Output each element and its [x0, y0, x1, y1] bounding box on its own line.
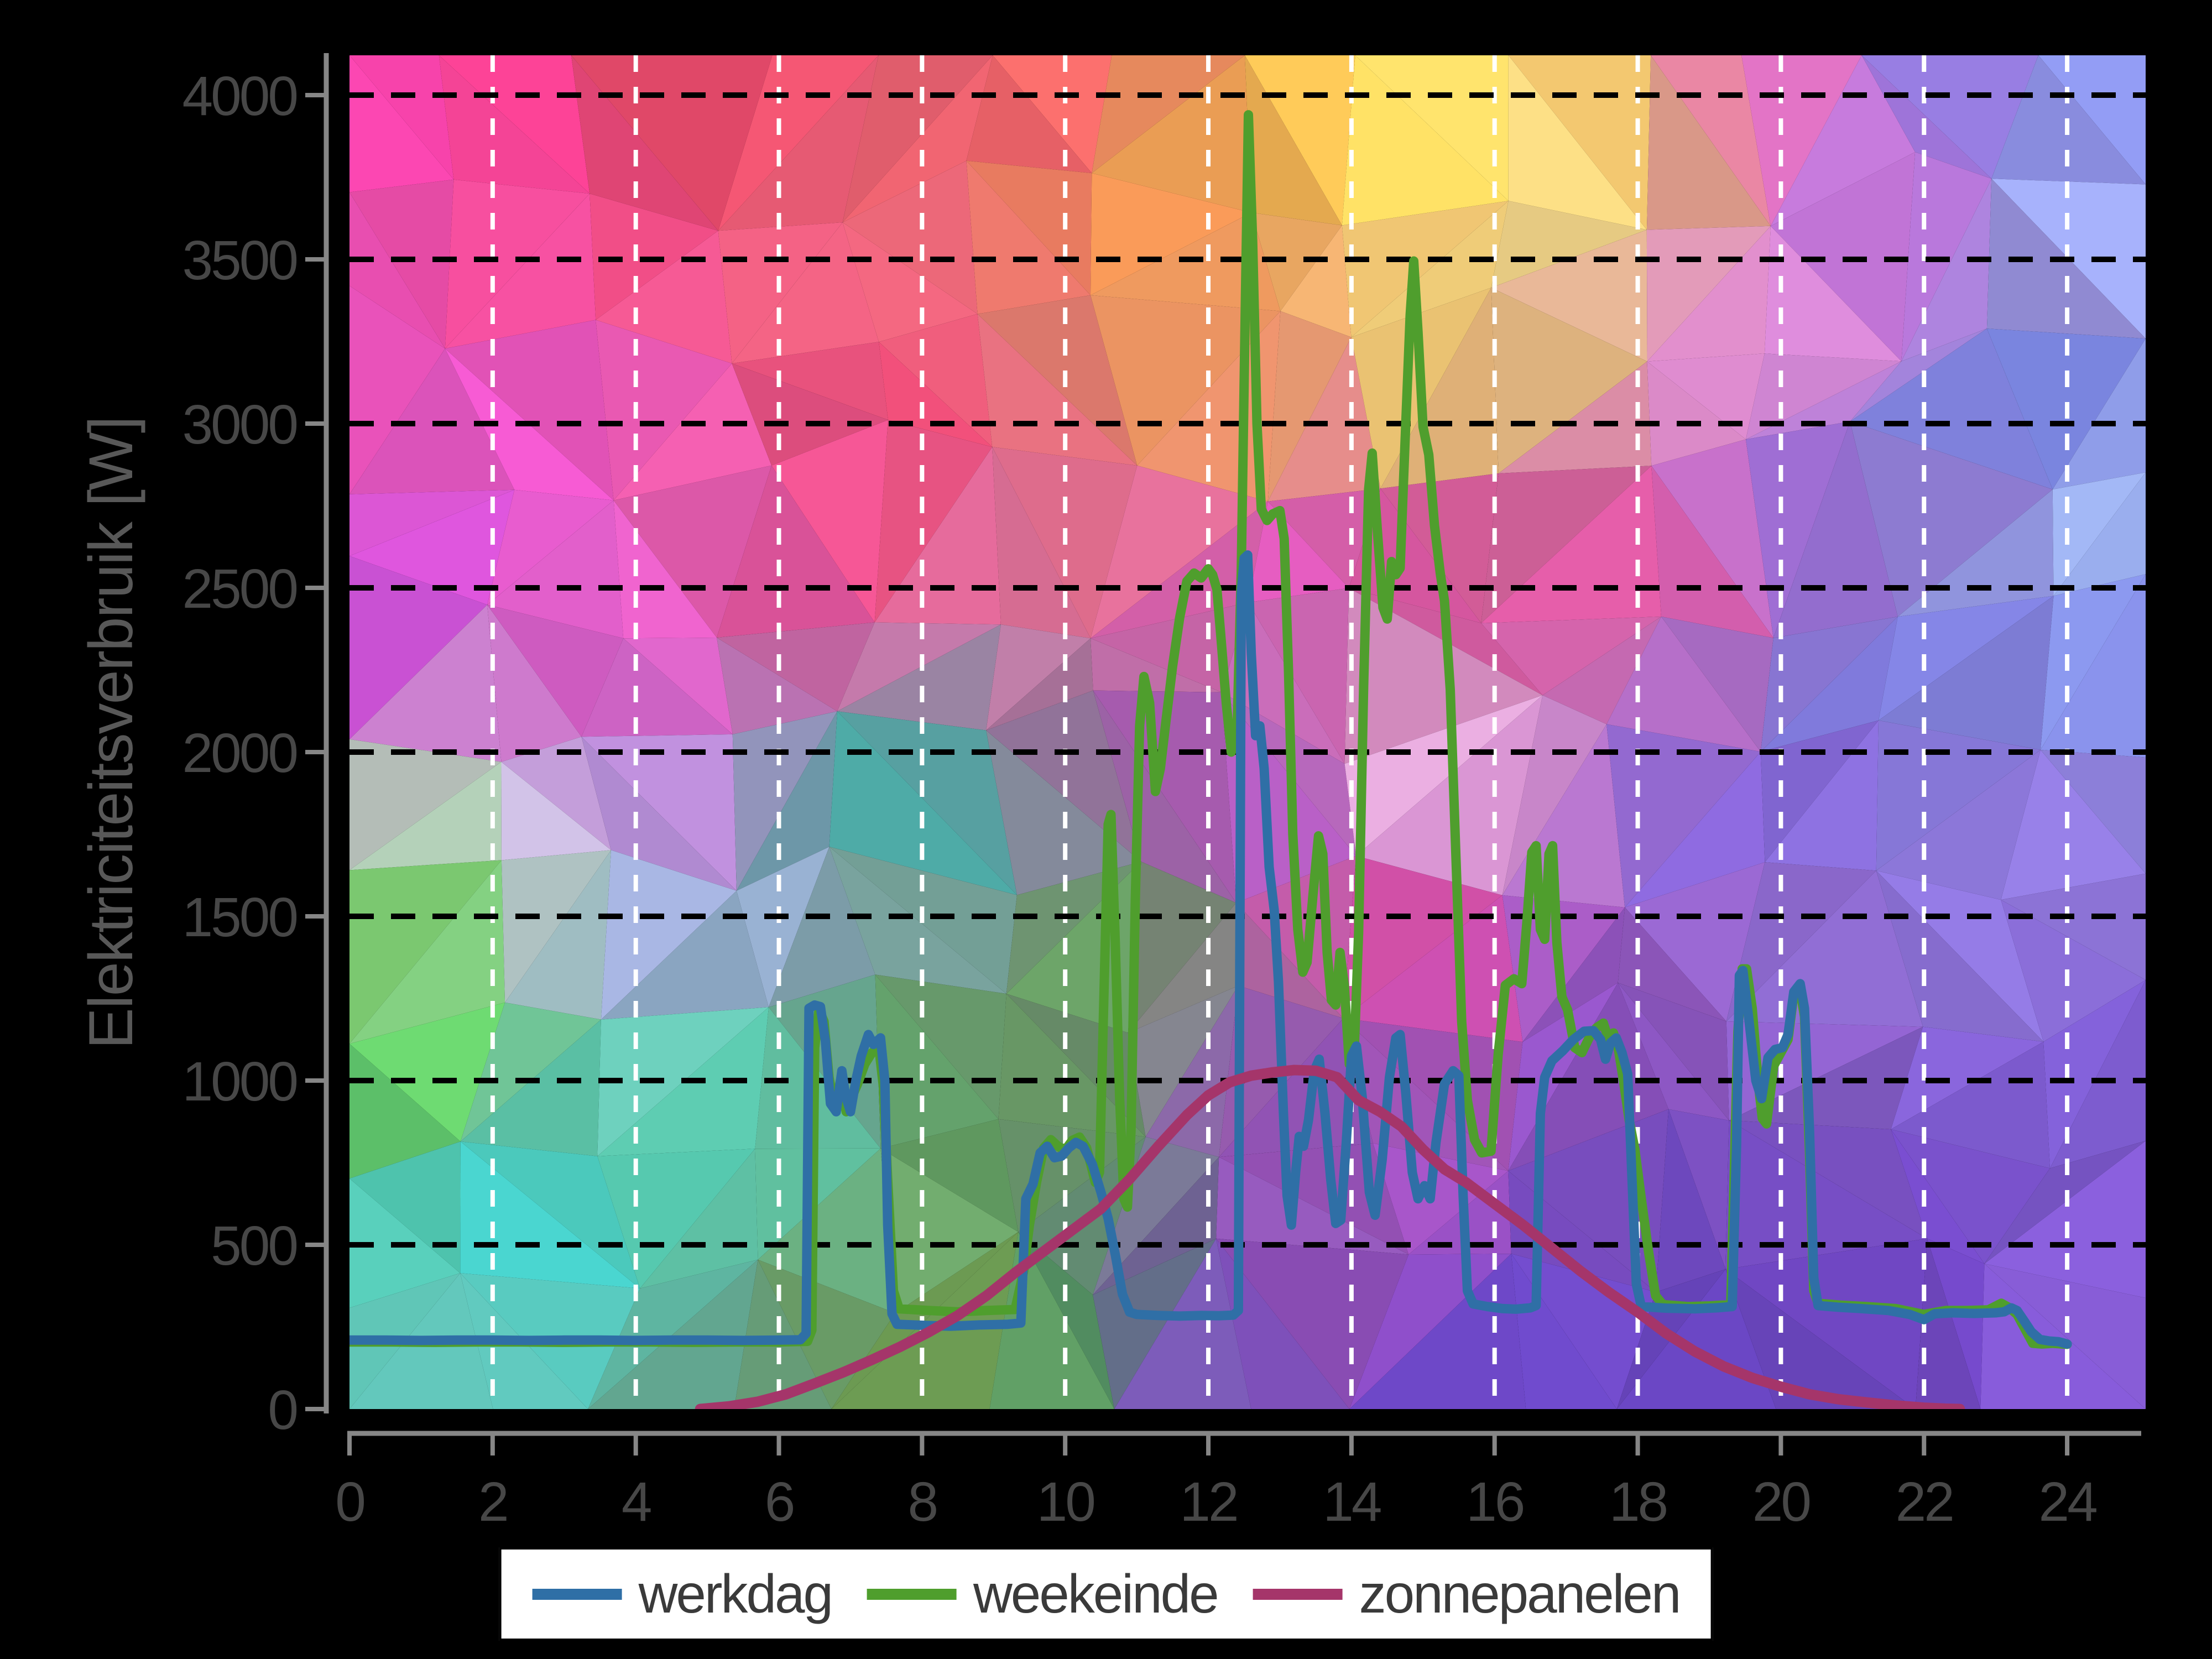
y-axis-title-text: Elektriciteitsverbruik [W]: [75, 417, 147, 1049]
x-tick-label: 8: [908, 1471, 937, 1533]
x-tick-label: 12: [1180, 1471, 1237, 1533]
x-tick-label: 14: [1323, 1471, 1381, 1533]
legend-label-werkdag: werkdag: [639, 1563, 832, 1625]
legend-label-zonnepanelen: zonnepanelen: [1359, 1563, 1680, 1625]
figure: 0500100015002000250030003500400002468101…: [0, 0, 2212, 1659]
legend-item-werkdag: werkdag: [533, 1563, 832, 1625]
x-tick-label: 22: [1896, 1471, 1953, 1533]
legend: werkdag weekeinde zonnepanelen: [499, 1547, 1713, 1641]
x-tick-label: 18: [1609, 1471, 1667, 1533]
y-axis-title: Elektriciteitsverbruik [W]: [33, 0, 188, 1465]
plot-area: [349, 55, 2146, 1409]
x-tick-label: 20: [1752, 1471, 1810, 1533]
y-tick-label: 2500: [182, 558, 297, 620]
x-tick-label: 6: [765, 1471, 794, 1533]
x-tick-label: 16: [1466, 1471, 1524, 1533]
legend-swatch-weekeinde-icon: [867, 1589, 957, 1600]
x-tick-label: 24: [2038, 1471, 2096, 1533]
y-tick-label: 4000: [182, 65, 297, 127]
chart-canvas: 0500100015002000250030003500400002468101…: [0, 0, 2212, 1659]
legend-swatch-werkdag-icon: [533, 1589, 622, 1600]
y-tick-label: 3500: [182, 229, 297, 291]
legend-swatch-zonnepanelen-icon: [1253, 1589, 1343, 1600]
x-tick-label: 4: [622, 1471, 651, 1533]
x-tick-label: 0: [335, 1471, 364, 1533]
y-tick-label: 0: [268, 1379, 296, 1441]
legend-item-zonnepanelen: zonnepanelen: [1253, 1563, 1680, 1625]
legend-label-weekeinde: weekeinde: [973, 1563, 1218, 1625]
x-tick-label: 2: [478, 1471, 507, 1533]
x-tick-label: 10: [1037, 1471, 1094, 1533]
y-tick-label: 1000: [182, 1051, 297, 1113]
y-tick-label: 2000: [182, 722, 297, 784]
y-tick-label: 1500: [182, 886, 297, 948]
y-tick-label: 500: [211, 1215, 296, 1277]
legend-item-weekeinde: weekeinde: [867, 1563, 1218, 1625]
y-tick-label: 3000: [182, 394, 297, 456]
